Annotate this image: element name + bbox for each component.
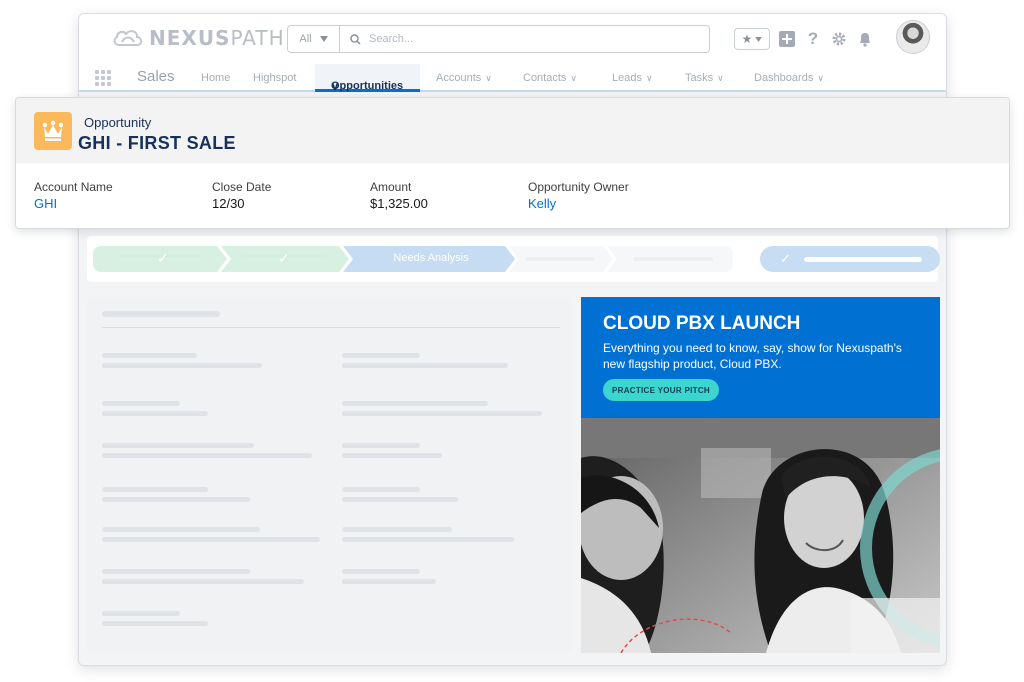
crown-icon <box>42 120 64 141</box>
nav-tab-contacts[interactable]: Contacts ∨ <box>523 72 577 84</box>
cloud-logo-icon <box>113 30 143 46</box>
mark-stage-complete-button[interactable]: ✓ <box>760 246 940 272</box>
bell-icon[interactable] <box>856 30 874 48</box>
opportunity-record-icon <box>34 112 72 150</box>
nav-tab-opportunities[interactable]: Opportunities ∨ <box>315 64 420 93</box>
account-name-link[interactable]: GHI <box>34 196 113 211</box>
check-icon: ✓ <box>157 250 169 266</box>
nav-tab-tasks[interactable]: Tasks ∨ <box>685 72 724 84</box>
chevron-down-icon: ∨ <box>817 73 824 83</box>
field-amount: Amount $1,325.00 <box>370 180 428 211</box>
promo-title: CLOUD PBX LAUNCH <box>603 313 801 334</box>
help-icon[interactable]: ? <box>804 29 822 48</box>
record-type-label: Opportunity <box>84 115 152 130</box>
path-current-stage-label: Needs Analysis <box>393 252 469 264</box>
nav-tab-home[interactable]: Home <box>201 72 230 84</box>
search-scope-label: All <box>299 33 312 45</box>
caret-down-icon <box>319 36 328 42</box>
check-icon: ✓ <box>780 251 791 266</box>
close-date-value: 12/30 <box>212 196 245 211</box>
promo-banner: CLOUD PBX LAUNCH Everything you need to … <box>581 297 940 653</box>
logo-text-bold: NEXUS <box>149 26 231 50</box>
owner-link[interactable]: Kelly <box>528 196 629 211</box>
field-close-date: Close Date 12/30 <box>212 180 272 211</box>
global-search: All Search... <box>287 25 710 53</box>
search-icon <box>350 33 361 45</box>
nav-tab-accounts[interactable]: Accounts ∨ <box>436 72 492 84</box>
chevron-down-icon: ∨ <box>645 73 653 83</box>
record-highlights-card: Opportunity GHI - FIRST SALE Account Nam… <box>15 97 1010 229</box>
nexuspath-logo[interactable]: NEXUSPATH <box>111 26 285 50</box>
star-icon: ★ <box>741 32 753 46</box>
amount-value: $1,325.00 <box>370 196 428 211</box>
logo-text-light: PATH <box>230 26 285 50</box>
chevron-down-icon: ∨ <box>717 73 724 83</box>
nav-tab-leads[interactable]: Leads ∨ <box>612 72 653 84</box>
caret-down-icon <box>755 36 763 42</box>
favorites-button[interactable]: ★ <box>734 28 770 50</box>
nav-tab-dashboards[interactable]: Dashboards ∨ <box>754 72 824 84</box>
search-input[interactable]: Search... <box>340 26 709 52</box>
app-launcher-icon[interactable] <box>95 70 111 86</box>
check-icon: ✓ <box>278 250 290 266</box>
chevron-down-icon: ∨ <box>570 73 578 83</box>
promo-photo <box>581 418 940 653</box>
search-scope-select[interactable]: All <box>288 26 340 52</box>
add-icon[interactable] <box>778 30 796 48</box>
promo-description: Everything you need to know, say, show f… <box>603 341 902 371</box>
app-name: Sales <box>137 68 175 85</box>
gear-icon[interactable] <box>830 30 848 48</box>
user-avatar[interactable] <box>896 20 930 54</box>
details-panel-placeholder <box>87 297 572 653</box>
nav-tab-highspot[interactable]: Highspot <box>253 72 296 84</box>
practice-pitch-button[interactable]: PRACTICE YOUR PITCH <box>603 379 719 401</box>
field-opportunity-owner: Opportunity Owner Kelly <box>528 180 629 211</box>
record-title: GHI - FIRST SALE <box>78 133 236 153</box>
chevron-down-icon: ∨ <box>485 73 492 83</box>
opportunity-path: ✓ ✓ Needs Analysis ✓ <box>87 236 940 282</box>
global-header: NEXUSPATH All Search... ★ ? <box>79 14 946 64</box>
field-account-name: Account Name GHI <box>34 180 113 211</box>
search-placeholder: Search... <box>369 33 414 45</box>
chevron-down-icon: ∨ <box>331 81 340 93</box>
app-navigation: Sales Home Highspot Opportunities ∨ Accou… <box>79 64 946 93</box>
